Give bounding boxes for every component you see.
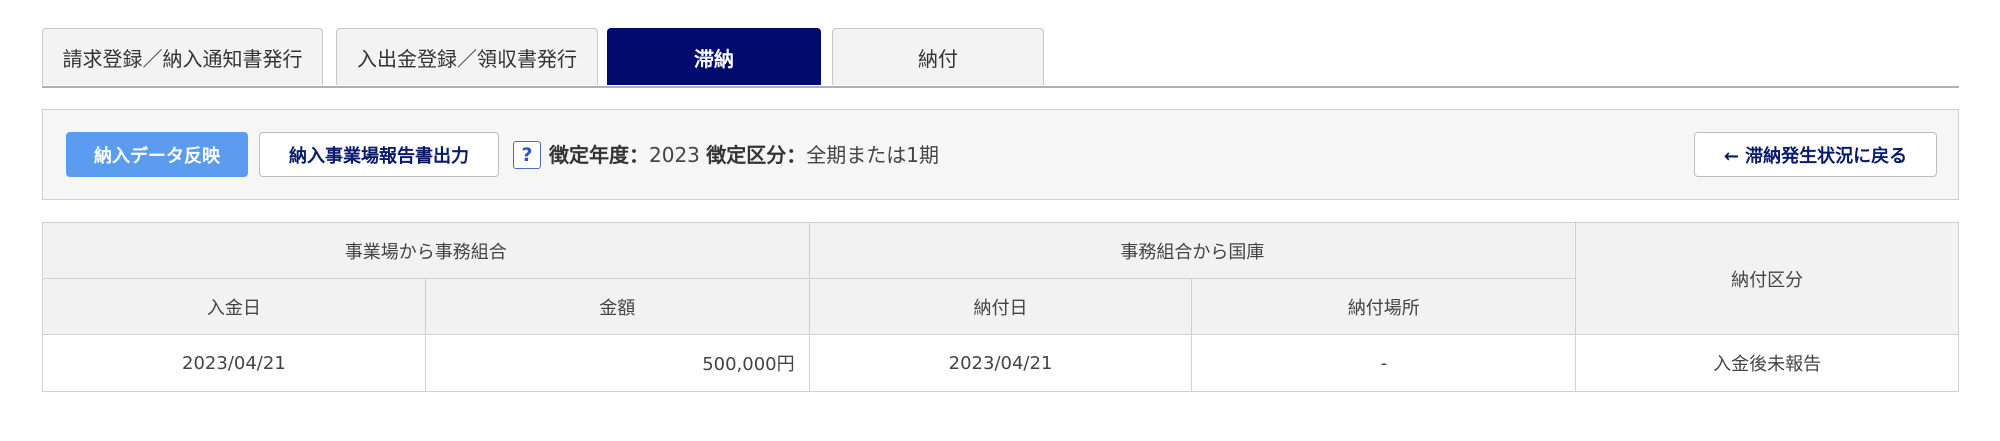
cell-payment-place: - xyxy=(1191,334,1577,392)
table-row: 2023/04/21 500,000円 2023/04/21 - 入金後未報告 xyxy=(42,334,1959,392)
group-header-office: 事業場から事務組合 xyxy=(42,222,810,279)
tab-billing[interactable]: 請求登録／納入通知書発行 xyxy=(42,28,323,85)
export-report-button[interactable]: 納入事業場報告書出力 xyxy=(259,132,499,177)
category-label: 徴定区分： xyxy=(706,143,807,167)
toolbar-panel: 納入データ反映 納入事業場報告書出力 ? 徴定年度：2023 徴定区分：全期また… xyxy=(42,109,1959,200)
cell-payment-category: 入金後未報告 xyxy=(1575,334,1959,392)
tab-bar: 請求登録／納入通知書発行 入出金登録／領収書発行 滞納 納付 xyxy=(42,28,1959,88)
year-label: 徴定年度： xyxy=(549,143,649,167)
reflect-data-button[interactable]: 納入データ反映 xyxy=(66,132,248,177)
help-icon[interactable]: ? xyxy=(513,141,541,169)
category-value: 全期または1期 xyxy=(806,143,939,167)
year-value: 2023 xyxy=(649,143,700,167)
tab-payment[interactable]: 納付 xyxy=(832,28,1044,85)
delinquency-table: 事業場から事務組合 事務組合から国庫 納付区分 入金日 金額 納付日 納付場所 … xyxy=(42,222,1959,392)
table-group-header-row: 事業場から事務組合 事務組合から国庫 納付区分 xyxy=(42,222,1959,335)
column-header-deposit-date: 入金日 xyxy=(42,278,426,335)
tab-delinquency[interactable]: 滞納 xyxy=(607,28,821,85)
column-header-payment-place: 納付場所 xyxy=(1191,278,1577,335)
cell-payment-date: 2023/04/21 xyxy=(808,334,1193,392)
column-header-amount: 金額 xyxy=(424,278,810,335)
cell-amount: 500,000円 xyxy=(424,334,810,392)
column-header-payment-date: 納付日 xyxy=(808,278,1193,335)
column-header-category: 納付区分 xyxy=(1575,222,1959,335)
fiscal-info: 徴定年度：2023 徴定区分：全期または1期 xyxy=(549,141,939,169)
tab-payments[interactable]: 入出金登録／領収書発行 xyxy=(336,28,598,85)
back-to-status-button[interactable]: ← 滞納発生状況に戻る xyxy=(1694,132,1937,177)
group-header-treasury: 事務組合から国庫 xyxy=(808,222,1577,279)
cell-deposit-date: 2023/04/21 xyxy=(42,334,426,392)
